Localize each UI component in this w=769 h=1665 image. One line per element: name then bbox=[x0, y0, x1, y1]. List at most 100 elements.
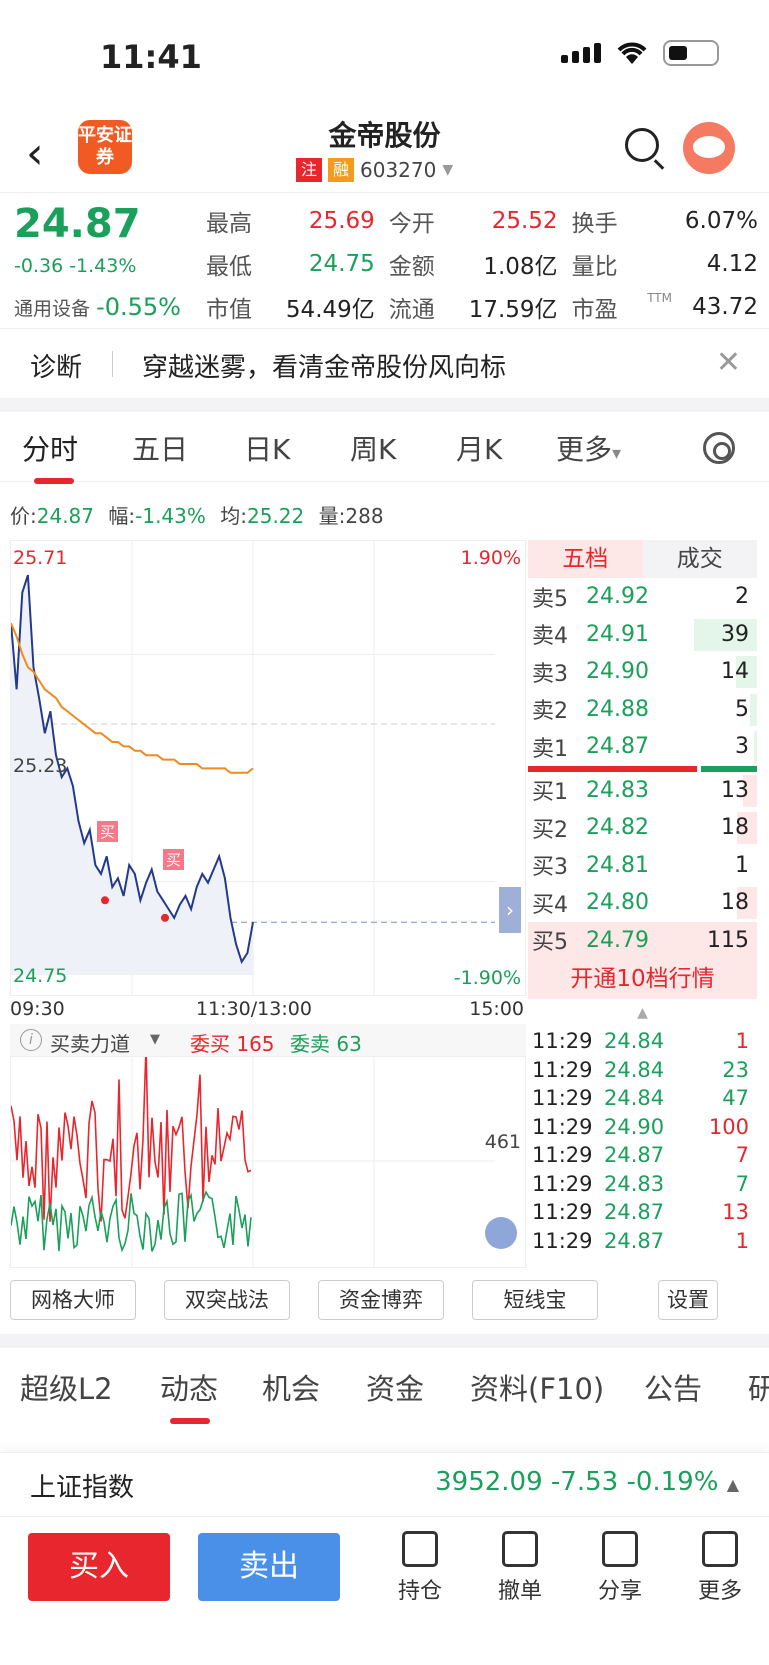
tab-chart-4[interactable]: 月K bbox=[456, 428, 502, 468]
indicator-header: i 买卖力道 ▼ 委买 165 委卖 63 bbox=[10, 1024, 526, 1056]
tick-row: 11:29 24.90 100 bbox=[528, 1113, 757, 1142]
buy-marker[interactable]: 买 bbox=[163, 849, 185, 870]
intraday-chart[interactable]: 25.71 1.90% 25.23 24.75 -1.90% 买 买 › bbox=[10, 540, 526, 996]
quote-row: 最低 24.75 金额 1.08亿 量比 4.12 bbox=[206, 242, 758, 285]
tool-button[interactable]: 网格大师 bbox=[10, 1280, 136, 1320]
tab-chart-3[interactable]: 周K bbox=[350, 428, 396, 468]
index-name: 上证指数 bbox=[30, 1473, 135, 1503]
book-row: 买5 24.79 115 bbox=[528, 921, 757, 959]
book-price: 24.80 bbox=[586, 890, 649, 916]
action-label: 更多 bbox=[697, 1579, 742, 1604]
sector-value: -0.55% bbox=[96, 293, 181, 321]
indicator-selector[interactable]: 买卖力道 bbox=[50, 1028, 130, 1057]
action-3[interactable]: 更多 bbox=[680, 1531, 760, 1605]
stock-code-selector[interactable]: 注 融 603270 ▼ bbox=[296, 158, 453, 182]
quote-value: 17.59亿 bbox=[468, 296, 558, 323]
buy-button[interactable]: 买入 bbox=[28, 1533, 170, 1601]
ask-label: 委卖 bbox=[290, 1032, 330, 1056]
tool-buttons: 网格大师 双突战法 资金博弈 短线宝 设置 bbox=[10, 1280, 759, 1320]
chevron-up-icon[interactable]: ▲ bbox=[727, 1475, 739, 1494]
book-volume: 3 bbox=[735, 734, 749, 760]
action-0[interactable]: 持仓 bbox=[380, 1531, 460, 1605]
time-start: 09:30 bbox=[10, 998, 65, 1020]
tick-time: 11:29 bbox=[532, 1086, 593, 1111]
tick-volume: 7 bbox=[735, 1143, 749, 1168]
book-volume: 39 bbox=[721, 621, 749, 647]
tab-underline bbox=[34, 478, 74, 484]
quote-label: 金额 bbox=[388, 253, 435, 280]
tab-chart-1[interactable]: 五日 bbox=[132, 428, 188, 468]
tick-volume: 23 bbox=[722, 1057, 749, 1082]
amp-label: 幅: bbox=[108, 504, 136, 528]
tab-label: 月K bbox=[456, 433, 503, 466]
tab-book-1[interactable]: 成交 bbox=[642, 540, 757, 578]
sector-change[interactable]: 通用设备 -0.55% bbox=[14, 293, 181, 321]
tab-book-0[interactable]: 五档 bbox=[528, 540, 643, 578]
tab-chart-5[interactable]: 更多▾ bbox=[556, 428, 621, 468]
tab-feed-5[interactable]: 公告 bbox=[644, 1366, 702, 1408]
chart-mid-label: 25.23 bbox=[13, 755, 68, 777]
sell-button[interactable]: 卖出 bbox=[198, 1533, 340, 1601]
quote-value: 24.75 bbox=[308, 250, 375, 277]
tab-feed-6[interactable]: 研 bbox=[748, 1366, 769, 1408]
buy-marker[interactable]: 买 bbox=[97, 821, 119, 842]
expand-arrow-icon[interactable]: › bbox=[499, 887, 521, 933]
tool-button[interactable]: 设置 bbox=[658, 1280, 718, 1320]
diagnosis-banner[interactable]: 诊断 穿越迷雾，看清金帝股份风向标 ✕ bbox=[0, 328, 769, 398]
chevron-down-icon: ▼ bbox=[442, 162, 454, 178]
tab-feed-0[interactable]: 超级L2 bbox=[20, 1366, 113, 1408]
search-icon[interactable] bbox=[625, 128, 659, 162]
action-1[interactable]: 撤单 bbox=[480, 1531, 560, 1605]
tick-time: 11:29 bbox=[532, 1029, 593, 1054]
tab-chart-0[interactable]: 分时 bbox=[22, 428, 78, 484]
book-price: 24.90 bbox=[586, 659, 649, 685]
tool-button[interactable]: 双突战法 bbox=[164, 1280, 290, 1320]
book-volume: 18 bbox=[721, 890, 749, 916]
pe-ttm-label: TTM bbox=[647, 291, 672, 305]
book-row: 卖3 24.90 14 bbox=[528, 653, 757, 691]
avg-label: 均: bbox=[220, 504, 247, 528]
time-axis: 09:30 11:30/13:00 15:00 bbox=[10, 998, 526, 1024]
fullscreen-icon[interactable] bbox=[485, 1217, 517, 1249]
tab-feed-1[interactable]: 动态 bbox=[160, 1366, 218, 1424]
chevron-down-icon[interactable]: ▼ bbox=[150, 1032, 160, 1047]
tab-chart-2[interactable]: 日K bbox=[244, 428, 290, 468]
tab-feed-4[interactable]: 资料(F10) bbox=[470, 1366, 604, 1408]
action-2[interactable]: 分享 bbox=[580, 1531, 660, 1605]
collapse-arrow-icon[interactable]: ▲ bbox=[528, 999, 757, 1027]
tool-button[interactable]: 短线宝 bbox=[472, 1280, 598, 1320]
tool-button[interactable]: 资金博弈 bbox=[318, 1280, 444, 1320]
tick-row: 11:29 24.84 47 bbox=[528, 1084, 757, 1113]
undo-order-icon bbox=[502, 1531, 538, 1567]
book-volume: 5 bbox=[735, 696, 749, 722]
avg-value: 25.22 bbox=[247, 504, 305, 528]
close-icon[interactable]: ✕ bbox=[716, 345, 741, 380]
tick-volume: 100 bbox=[708, 1114, 749, 1139]
info-icon[interactable]: i bbox=[20, 1029, 42, 1051]
indicator-chart[interactable]: 461 bbox=[10, 1056, 526, 1268]
book-row: 卖2 24.88 5 bbox=[528, 691, 757, 729]
indicator-svg bbox=[11, 1057, 495, 1267]
book-volume: 13 bbox=[721, 777, 749, 803]
tick-price: 24.87 bbox=[604, 1143, 665, 1168]
tab-feed-3[interactable]: 资金 bbox=[366, 1366, 424, 1408]
tick-time: 11:29 bbox=[532, 1228, 593, 1253]
index-ticker[interactable]: 上证指数 3952.09 -7.53 -0.19% ▲ bbox=[0, 1452, 769, 1516]
book-row: 卖1 24.87 3 bbox=[528, 728, 757, 766]
price-change: -0.36 -1.43% bbox=[14, 255, 137, 277]
divider bbox=[112, 351, 113, 377]
tick-row: 11:29 24.84 1 bbox=[528, 1027, 757, 1056]
book-level: 卖3 bbox=[532, 661, 568, 687]
book-level: 买5 bbox=[532, 930, 568, 956]
tick-row: 11:29 24.87 13 bbox=[528, 1198, 757, 1227]
tick-time: 11:29 bbox=[532, 1200, 593, 1225]
tick-price: 24.87 bbox=[604, 1200, 665, 1225]
avatar[interactable] bbox=[683, 122, 735, 174]
open-level10-button[interactable]: 开通10档行情 bbox=[528, 959, 757, 999]
settings-gear-icon[interactable] bbox=[703, 432, 735, 464]
book-price: 24.88 bbox=[586, 696, 649, 722]
registration-tag: 注 bbox=[296, 158, 322, 182]
book-level: 卖5 bbox=[532, 586, 568, 612]
tab-feed-2[interactable]: 机会 bbox=[262, 1366, 320, 1408]
action-label: 分享 bbox=[597, 1579, 642, 1604]
